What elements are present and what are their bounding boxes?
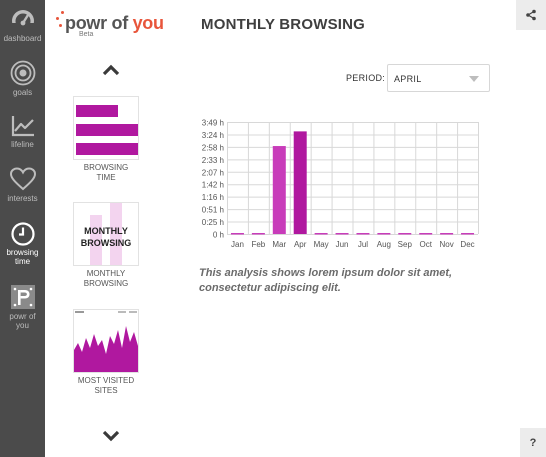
overlay-line: BROWSING [80, 238, 132, 248]
nav-label: you [16, 321, 29, 330]
thumbnail-preview [73, 96, 139, 160]
y-tick-label: 3:24 h [202, 131, 224, 140]
nav-label: goals [12, 88, 33, 97]
logo-text-main: powr of [65, 13, 133, 33]
logo-text-accent: you [132, 13, 164, 33]
y-tick-label: 0 h [213, 231, 224, 240]
bar-oct [419, 233, 433, 235]
nav-browsing-time[interactable]: browsing time [0, 222, 45, 266]
x-tick-label: Dec [460, 240, 474, 249]
thumbnail-browsing-time[interactable]: BROWSING TIME [73, 96, 139, 183]
x-tick-label: Jan [231, 240, 244, 249]
nav-label: powr of [9, 312, 36, 321]
x-tick-label: Jun [336, 240, 349, 249]
dropdown-arrow-icon [469, 76, 479, 82]
thumbnail-caption: MOST VISITED SITES [73, 376, 139, 396]
caption-line: BROWSING [83, 279, 129, 288]
heart-icon [9, 167, 36, 191]
caption-line: SITES [94, 386, 118, 395]
overlay-line: MONTHLY [84, 226, 128, 236]
y-tick-label: 3:49 h [202, 119, 224, 128]
chevron-down-icon[interactable] [101, 428, 121, 444]
bar-aug [377, 233, 391, 235]
x-tick-label: Oct [419, 240, 432, 249]
help-button[interactable]: ? [520, 428, 546, 457]
chevron-up-icon[interactable] [101, 62, 121, 78]
x-tick-label: Mar [272, 240, 286, 249]
powr-logo-icon [10, 285, 35, 309]
page-title: MONTHLY BROWSING [201, 16, 366, 33]
thumbnail-monthly-browsing[interactable]: MONTHLY BROWSING MONTHLY BROWSING [73, 202, 139, 289]
y-tick-label: 1:42 h [202, 181, 224, 190]
bar-apr [293, 131, 307, 234]
analysis-description: This analysis shows lorem ipsum dolor si… [199, 267, 453, 294]
caption-line: TIME [96, 173, 116, 182]
share-button[interactable] [516, 0, 546, 30]
thumbnail-caption: MONTHLY BROWSING [73, 269, 139, 289]
logo-dot [61, 11, 64, 14]
nav-dashboard[interactable]: dashboard [0, 8, 45, 43]
x-tick-label: Sep [398, 240, 413, 249]
thumbnail-most-visited-sites[interactable]: MOST VISITED SITES [73, 309, 139, 396]
bar-mar [272, 146, 286, 234]
period-label: PERIOD: [346, 73, 386, 83]
thumbnail-overlay-label: MONTHLY BROWSING [74, 225, 138, 249]
x-tick-label: Aug [377, 240, 391, 249]
nav-label: interests [7, 194, 38, 203]
x-tick-label: May [314, 240, 329, 249]
bar-sep [398, 233, 412, 235]
nav-label: lifeline [11, 140, 34, 149]
y-tick-label: 0:25 h [202, 218, 224, 227]
clock-icon [10, 222, 35, 246]
y-tick-label: 2:58 h [202, 143, 224, 152]
period-select[interactable]: APRIL [387, 64, 490, 92]
x-tick-label: Jul [358, 240, 368, 249]
app-logo[interactable]: powr of you Beta [55, 9, 165, 41]
nav-lifeline[interactable]: lifeline [0, 114, 45, 149]
share-icon [526, 9, 536, 21]
side-nav: dashboard goals lifeline interests brows… [0, 0, 45, 457]
y-tick-label: 2:33 h [202, 156, 224, 165]
x-tick-label: Feb [251, 240, 265, 249]
line-chart-icon [11, 116, 34, 137]
gauge-icon [9, 10, 36, 32]
nav-interests[interactable]: interests [0, 167, 45, 203]
nav-powr-of-you[interactable]: powr of you [0, 284, 45, 330]
bar-dec [461, 233, 475, 235]
y-tick-label: 2:07 h [202, 168, 224, 177]
area-thumbnail-graphic [74, 311, 138, 372]
nav-goals[interactable]: goals [0, 60, 45, 97]
logo-beta-label: Beta [79, 31, 94, 38]
logo-dot [59, 24, 62, 27]
nav-label: time [14, 257, 31, 266]
target-icon [10, 60, 35, 86]
logo-dot [56, 17, 59, 20]
thumbnail-preview: MONTHLY BROWSING [73, 202, 139, 266]
bar-feb [251, 233, 265, 235]
period-selected-value: APRIL [394, 74, 422, 84]
caption-line: BROWSING [83, 163, 129, 172]
nav-label: dashboard [3, 34, 42, 43]
bar-jun [335, 233, 349, 235]
thumbnail-caption: BROWSING TIME [73, 163, 139, 183]
y-tick-label: 1:16 h [202, 193, 224, 202]
nav-label: browsing [6, 248, 39, 257]
thumbnail-preview [73, 309, 139, 373]
y-tick-label: 0:51 h [202, 206, 224, 215]
bar-jul [356, 233, 370, 235]
x-tick-label: Nov [440, 240, 454, 249]
bar-jan [230, 233, 244, 235]
monthly-browsing-chart: 0 h 0:25 h 0:51 h 1:16 h 1:42 h 2:07 h 2:33 h 2… [202, 119, 479, 249]
bar-thumbnail-graphic [76, 105, 138, 155]
caption-line: MOST VISITED [77, 376, 135, 385]
bar-nov [440, 233, 454, 235]
x-tick-label: Apr [294, 240, 307, 249]
caption-line: MONTHLY [86, 269, 126, 278]
bar-may [314, 233, 328, 235]
